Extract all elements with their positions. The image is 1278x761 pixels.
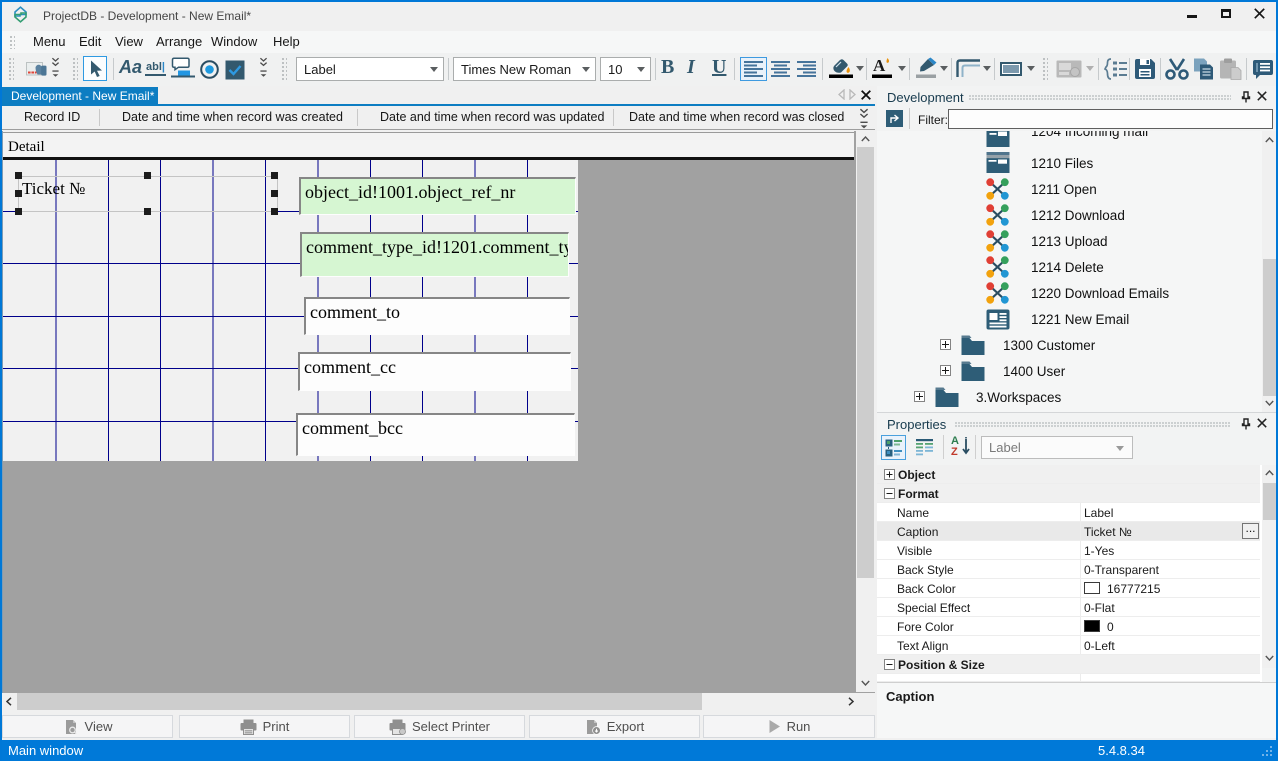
svg-text:A: A <box>873 56 886 75</box>
